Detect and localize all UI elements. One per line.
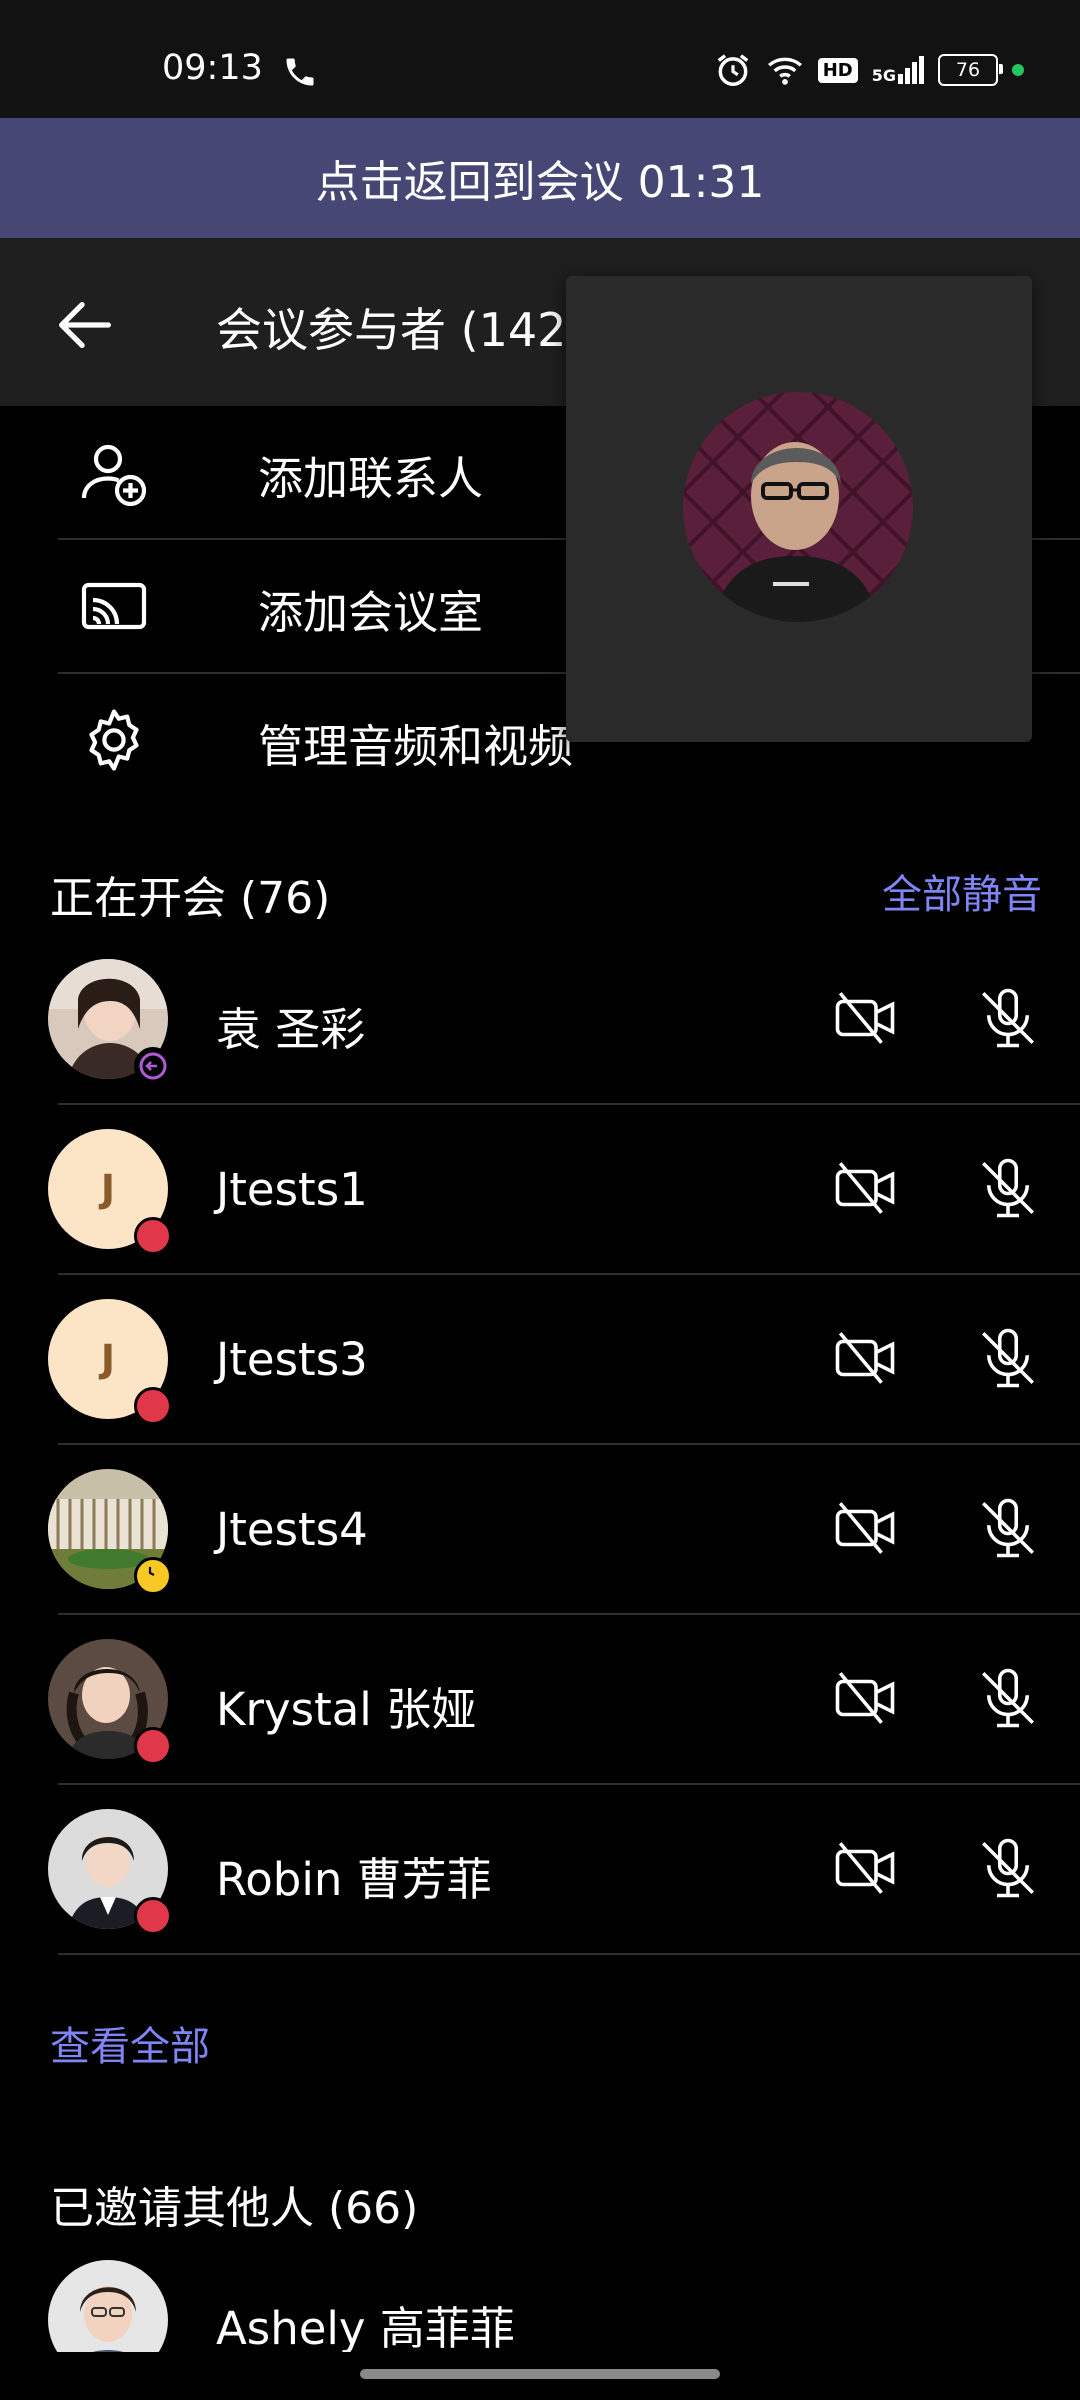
microphone-off-icon bbox=[981, 1158, 1035, 1218]
participant-row[interactable]: 袁 圣彩 bbox=[0, 935, 1080, 1105]
avatar-photo bbox=[683, 392, 913, 622]
participant-name: Jtests4 bbox=[216, 1503, 368, 1556]
view-all-link[interactable]: 查看全部 bbox=[50, 2014, 210, 2072]
add-contact-label: 添加联系人 bbox=[258, 452, 484, 505]
privacy-indicator-dot bbox=[1012, 64, 1024, 76]
camera-off-icon bbox=[835, 1502, 895, 1554]
camera-off-icon bbox=[835, 1672, 895, 1724]
microphone-off-icon bbox=[981, 988, 1035, 1048]
return-to-meeting-banner[interactable]: 点击返回到会议 01:31 bbox=[0, 118, 1080, 238]
participant-row[interactable]: Jtests4 bbox=[0, 1445, 1080, 1615]
mute-all-button[interactable]: 全部静音 bbox=[882, 862, 1042, 920]
presence-busy-icon bbox=[134, 1727, 172, 1765]
presence-busy-icon bbox=[134, 1897, 172, 1935]
camera-off-icon bbox=[835, 1162, 895, 1214]
presence-busy-icon bbox=[134, 1217, 172, 1255]
microphone-off-icon bbox=[981, 1838, 1035, 1898]
alarm-icon bbox=[717, 54, 749, 86]
avatar-initial: J bbox=[100, 1337, 116, 1381]
presence-busy-icon bbox=[134, 1387, 172, 1425]
participant-name: Jtests1 bbox=[216, 1163, 368, 1216]
microphone-off-icon bbox=[981, 1328, 1035, 1388]
participant-row[interactable]: J Jtests3 bbox=[0, 1275, 1080, 1445]
camera-off-icon bbox=[835, 1332, 895, 1384]
microphone-off-icon bbox=[981, 1498, 1035, 1558]
battery-icon: 76 bbox=[938, 54, 1003, 86]
camera-off-icon bbox=[835, 1842, 895, 1894]
camera-off-icon bbox=[835, 992, 895, 1044]
phone-icon bbox=[286, 58, 314, 86]
gear-icon bbox=[89, 709, 139, 771]
page-title: 会议参与者 (142 bbox=[216, 303, 567, 357]
status-bar: 09:13 HD 5G 76 bbox=[0, 0, 1080, 118]
status-time: 09:13 bbox=[162, 48, 263, 88]
status-indicators: HD 5G 76 bbox=[714, 48, 1024, 92]
participant-row[interactable]: Krystal 张娅 bbox=[0, 1615, 1080, 1785]
avatar bbox=[48, 2260, 168, 2352]
battery-level: 76 bbox=[955, 59, 981, 81]
cast-room-icon bbox=[81, 582, 147, 630]
avatar-initial: J bbox=[100, 1167, 116, 1211]
participant-row[interactable]: J Jtests1 bbox=[0, 1105, 1080, 1275]
return-to-meeting-label: 点击返回到会议 01:31 bbox=[315, 157, 765, 208]
invited-section-title: 已邀请其他人 (66) bbox=[50, 2183, 419, 2234]
participant-row[interactable]: Ashely 高菲菲 bbox=[0, 2248, 1080, 2352]
add-contact-icon bbox=[81, 444, 147, 507]
home-indicator[interactable] bbox=[360, 2369, 720, 2379]
participant-name: Jtests3 bbox=[216, 1333, 368, 1386]
network-label: 5G bbox=[871, 66, 896, 85]
cell-signal-icon: 5G bbox=[872, 56, 924, 84]
back-arrow-icon[interactable] bbox=[50, 290, 120, 360]
participant-name: Robin 曹芳菲 bbox=[216, 1853, 492, 1906]
add-room-label: 添加会议室 bbox=[258, 586, 484, 639]
microphone-off-icon bbox=[981, 1668, 1035, 1728]
presence-away-icon bbox=[134, 1557, 172, 1595]
divider bbox=[58, 1953, 1080, 1955]
video-preview-tile[interactable] bbox=[566, 276, 1032, 742]
participant-row[interactable]: Robin 曹芳菲 bbox=[0, 1785, 1080, 1955]
presence-out-of-office-icon bbox=[134, 1047, 172, 1085]
participant-name: Ashely 高菲菲 bbox=[216, 2302, 515, 2352]
avatar-photo bbox=[48, 2260, 168, 2352]
in-meeting-section-title: 正在开会 (76) bbox=[50, 873, 331, 924]
manage-audio-video-label: 管理音频和视频 bbox=[258, 720, 574, 773]
avatar bbox=[683, 392, 913, 622]
hd-badge: HD bbox=[817, 57, 858, 83]
participant-name: Krystal 张娅 bbox=[216, 1683, 477, 1736]
participant-name: 袁 圣彩 bbox=[216, 1003, 366, 1056]
wifi-icon bbox=[767, 57, 802, 85]
